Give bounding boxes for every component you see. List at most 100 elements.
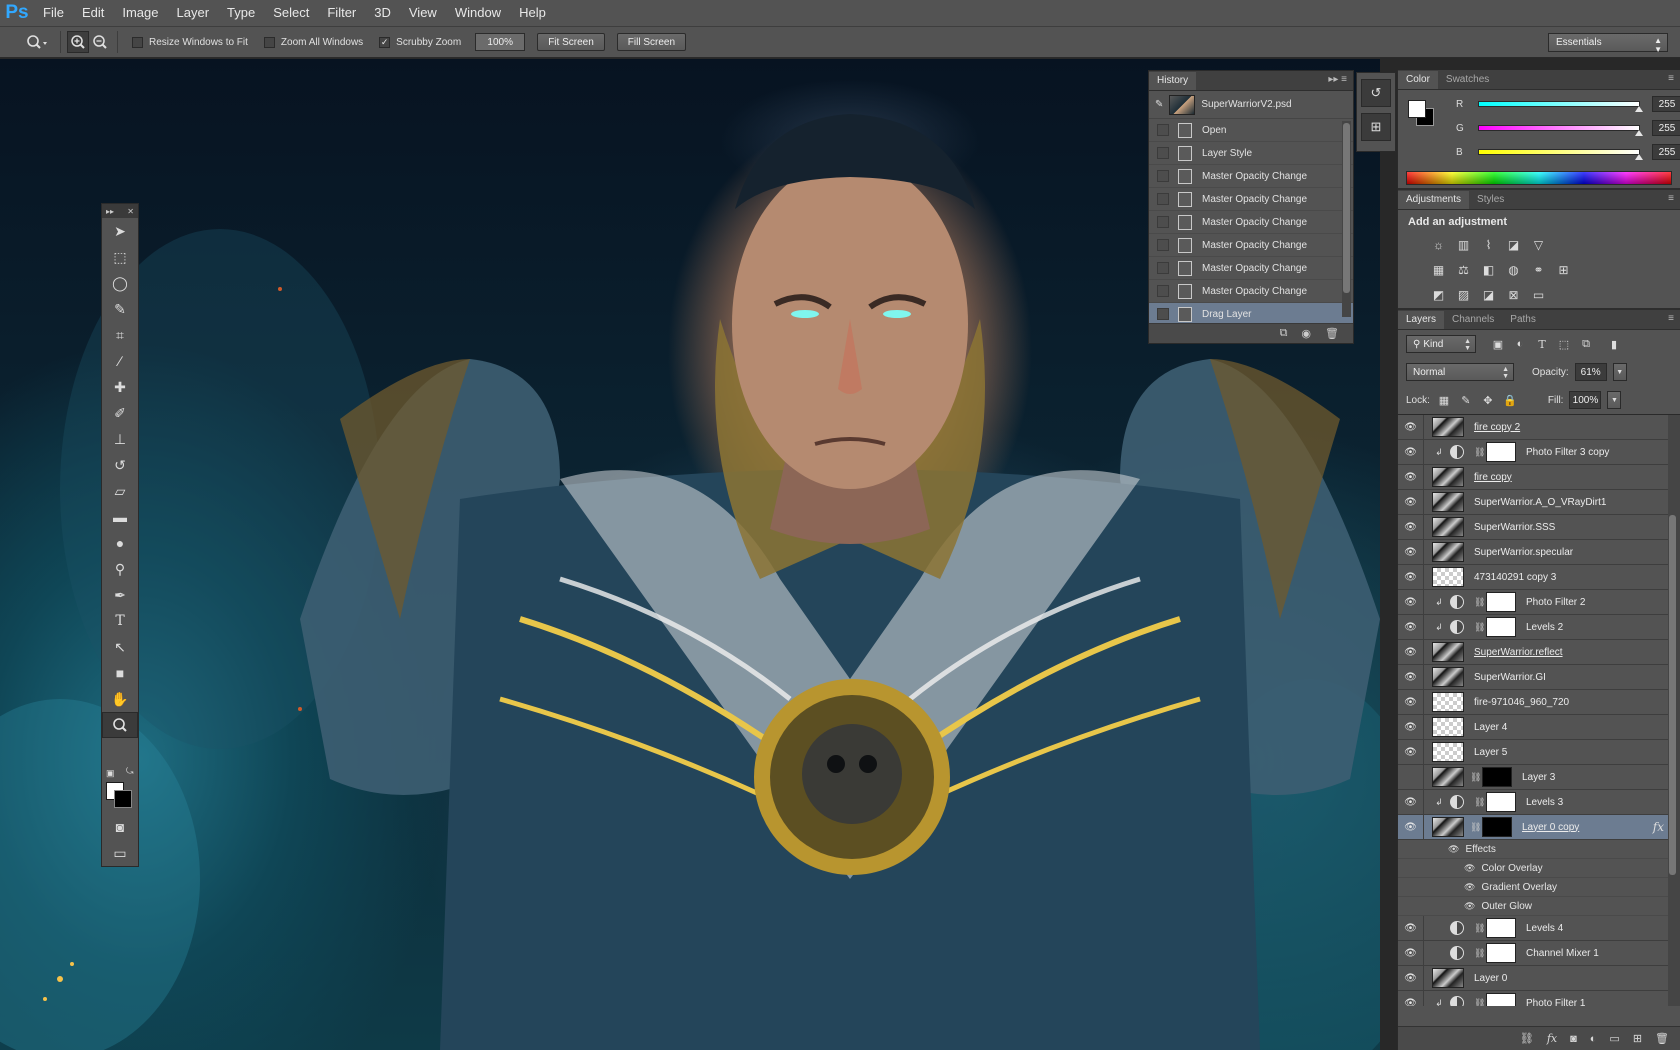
- eye-icon[interactable]: 👁: [1398, 916, 1424, 940]
- zoom-tool-preset-icon[interactable]: [20, 31, 54, 53]
- zoom-percentage-button[interactable]: 100%: [475, 33, 526, 51]
- menu-edit[interactable]: Edit: [73, 0, 113, 26]
- menu-select[interactable]: Select: [264, 0, 318, 26]
- eye-icon[interactable]: 👁: [1398, 790, 1424, 814]
- lock-transparent-icon[interactable]: ▦: [1436, 392, 1452, 408]
- layer-mask-thumbnail[interactable]: [1486, 918, 1516, 938]
- link-chain-icon[interactable]: ⛓: [1474, 923, 1485, 934]
- layer-row[interactable]: 👁 ⛓ Channel Mixer 1: [1398, 941, 1680, 966]
- layer-mask-thumbnail[interactable]: [1486, 943, 1516, 963]
- layer-name[interactable]: fire copy 2: [1474, 422, 1520, 433]
- fit-screen-button[interactable]: Fit Screen: [537, 33, 605, 51]
- new-adjustment-layer-icon[interactable]: ◐: [1590, 1033, 1597, 1045]
- layer-name[interactable]: Layer 4: [1474, 722, 1507, 733]
- layer-mask-thumbnail[interactable]: [1486, 792, 1516, 812]
- effect-row[interactable]: 👁 Color Overlay: [1398, 859, 1680, 878]
- history-source-checkbox[interactable]: [1157, 262, 1169, 274]
- layer-row[interactable]: ⛓ Layer 3: [1398, 765, 1680, 790]
- history-scrollbar[interactable]: [1342, 121, 1351, 317]
- layer-name[interactable]: 473140291 copy 3: [1474, 572, 1556, 583]
- eye-icon[interactable]: 👁: [1398, 515, 1424, 539]
- layer-name[interactable]: Levels 4: [1526, 923, 1563, 934]
- layer-row[interactable]: 👁 fire copy: [1398, 465, 1680, 490]
- layer-row[interactable]: 👁 ↲ ⛓ Levels 2: [1398, 615, 1680, 640]
- menu-view[interactable]: View: [400, 0, 446, 26]
- layer-name[interactable]: Levels 3: [1526, 797, 1563, 808]
- layer-row[interactable]: 👁 ↲ ⛓ Photo Filter 1: [1398, 991, 1680, 1006]
- marquee-tool-icon[interactable]: ⬚: [102, 244, 138, 270]
- layer-mask-thumbnail[interactable]: [1486, 592, 1516, 612]
- layer-row[interactable]: 👁 ↲ ⛓ Levels 3: [1398, 790, 1680, 815]
- tab-styles[interactable]: Styles: [1469, 191, 1512, 209]
- vibrance-icon[interactable]: ▽: [1530, 236, 1547, 253]
- layer-row[interactable]: 👁 Layer 0: [1398, 966, 1680, 991]
- eye-icon[interactable]: 👁: [1464, 882, 1475, 893]
- menu-image[interactable]: Image: [113, 0, 167, 26]
- menu-help[interactable]: Help: [510, 0, 555, 26]
- layer-name[interactable]: Photo Filter 1: [1526, 998, 1585, 1007]
- eye-icon[interactable]: 👁: [1398, 590, 1424, 614]
- panel-menu-icon[interactable]: ≡: [1668, 193, 1674, 204]
- effect-row[interactable]: 👁 Outer Glow: [1398, 897, 1680, 916]
- history-state[interactable]: Master Opacity Change: [1149, 257, 1353, 280]
- collapse-icon[interactable]: ▸▸: [106, 207, 114, 216]
- tab-color[interactable]: Color: [1398, 71, 1438, 89]
- layer-row[interactable]: 👁 ⛓ Layer 0 copy fx: [1398, 815, 1680, 840]
- layer-mask-thumbnail[interactable]: [1486, 993, 1516, 1006]
- eye-icon[interactable]: 👁: [1464, 863, 1475, 874]
- fill-input[interactable]: 100%: [1569, 391, 1602, 409]
- add-mask-icon[interactable]: ◙: [1570, 1033, 1577, 1045]
- slider-caret-icon[interactable]: [1635, 130, 1643, 136]
- black-white-icon[interactable]: ◧: [1480, 261, 1497, 278]
- move-tool-icon[interactable]: ➤: [102, 218, 138, 244]
- zoom-tool-icon[interactable]: [102, 712, 138, 738]
- link-chain-icon[interactable]: ⛓: [1474, 797, 1485, 808]
- eye-icon[interactable]: 👁: [1398, 966, 1424, 990]
- eye-icon[interactable]: 👁: [1398, 440, 1424, 464]
- eye-icon[interactable]: 👁: [1398, 465, 1424, 489]
- panel-menu-icon[interactable]: ▸▸ ≡: [1328, 74, 1347, 85]
- layer-row[interactable]: 👁 Layer 4: [1398, 715, 1680, 740]
- effect-row[interactable]: 👁 Gradient Overlay: [1398, 878, 1680, 897]
- tab-history[interactable]: History: [1149, 72, 1197, 90]
- swap-colors-icon[interactable]: ⤿: [126, 766, 134, 777]
- menu-filter[interactable]: Filter: [318, 0, 365, 26]
- lock-image-icon[interactable]: ✎: [1458, 392, 1474, 408]
- layer-row[interactable]: 👁 473140291 copy 3: [1398, 565, 1680, 590]
- new-document-from-state-icon[interactable]: ⧉: [1280, 327, 1288, 340]
- link-chain-icon[interactable]: ⛓: [1474, 447, 1485, 458]
- link-chain-icon[interactable]: ⛓: [1474, 622, 1485, 633]
- hand-tool-icon[interactable]: ✋: [102, 686, 138, 712]
- menu-layer[interactable]: Layer: [168, 0, 219, 26]
- foreground-color-swatch[interactable]: [1408, 100, 1426, 118]
- layer-name[interactable]: Layer 0: [1474, 973, 1507, 984]
- delete-state-icon[interactable]: 🗑: [1325, 327, 1339, 340]
- link-layers-icon[interactable]: ⛓: [1520, 1032, 1534, 1045]
- exposure-icon[interactable]: ◪: [1505, 236, 1522, 253]
- eye-icon[interactable]: 👁: [1398, 665, 1424, 689]
- properties-panel-icon[interactable]: ⊞: [1361, 113, 1391, 141]
- eyedropper-tool-icon[interactable]: ∕: [102, 348, 138, 374]
- dodge-tool-icon[interactable]: ⚲: [102, 556, 138, 582]
- filter-type-icon[interactable]: T: [1534, 336, 1550, 352]
- fill-dropdown-icon[interactable]: ▼: [1607, 391, 1622, 409]
- quick-mask-icon[interactable]: ◙: [102, 814, 138, 840]
- history-state[interactable]: Master Opacity Change: [1149, 211, 1353, 234]
- layer-row[interactable]: 👁 SuperWarrior.A_O_VRayDirt1: [1398, 490, 1680, 515]
- layer-name[interactable]: SuperWarrior.specular: [1474, 547, 1573, 558]
- filter-toggle-icon[interactable]: ▮: [1606, 336, 1622, 352]
- link-chain-icon[interactable]: ⛓: [1470, 772, 1481, 783]
- brush-tool-icon[interactable]: ✐: [102, 400, 138, 426]
- blend-mode-select[interactable]: Normal ▲ ▼: [1406, 363, 1514, 381]
- panel-menu-icon[interactable]: ≡: [1668, 313, 1674, 324]
- quick-selection-tool-icon[interactable]: ✎: [102, 296, 138, 322]
- eye-icon[interactable]: 👁: [1398, 815, 1424, 839]
- eye-icon[interactable]: 👁: [1398, 715, 1424, 739]
- history-brush-tool-icon[interactable]: ↺: [102, 452, 138, 478]
- history-source-checkbox[interactable]: [1157, 124, 1169, 136]
- red-slider[interactable]: [1478, 101, 1643, 112]
- workspace-select[interactable]: Essentials ▲ ▼: [1548, 33, 1668, 54]
- fill-screen-button[interactable]: Fill Screen: [616, 33, 687, 51]
- layer-name[interactable]: SuperWarrior.SSS: [1474, 522, 1555, 533]
- color-spectrum-ramp[interactable]: [1406, 171, 1672, 185]
